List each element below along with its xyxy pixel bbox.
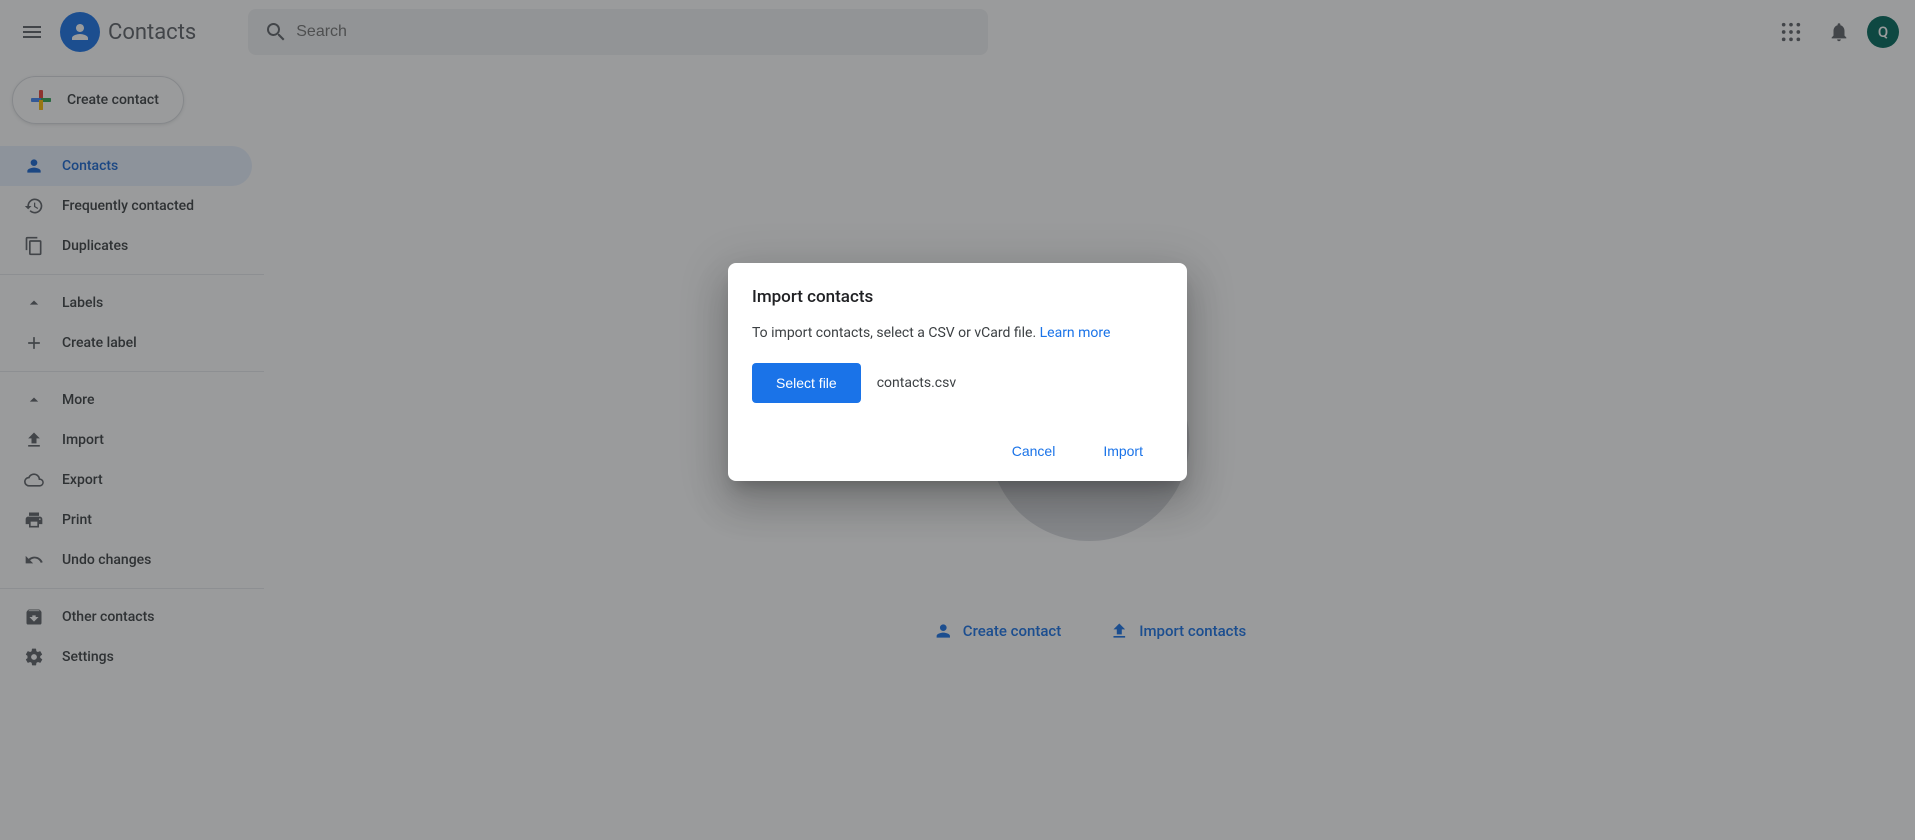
cancel-button[interactable]: Cancel — [992, 433, 1076, 469]
select-file-button[interactable]: Select file — [752, 363, 861, 403]
selected-file-name: contacts.csv — [877, 375, 956, 391]
dialog-body-text: To import contacts, select a CSV or vCar… — [752, 325, 1040, 341]
import-button[interactable]: Import — [1083, 433, 1163, 469]
dialog-title: Import contacts — [752, 287, 1163, 307]
import-contacts-dialog: Import contacts To import contacts, sele… — [728, 263, 1187, 481]
learn-more-link[interactable]: Learn more — [1040, 325, 1111, 341]
modal-scrim[interactable]: Import contacts To import contacts, sele… — [0, 0, 1915, 840]
